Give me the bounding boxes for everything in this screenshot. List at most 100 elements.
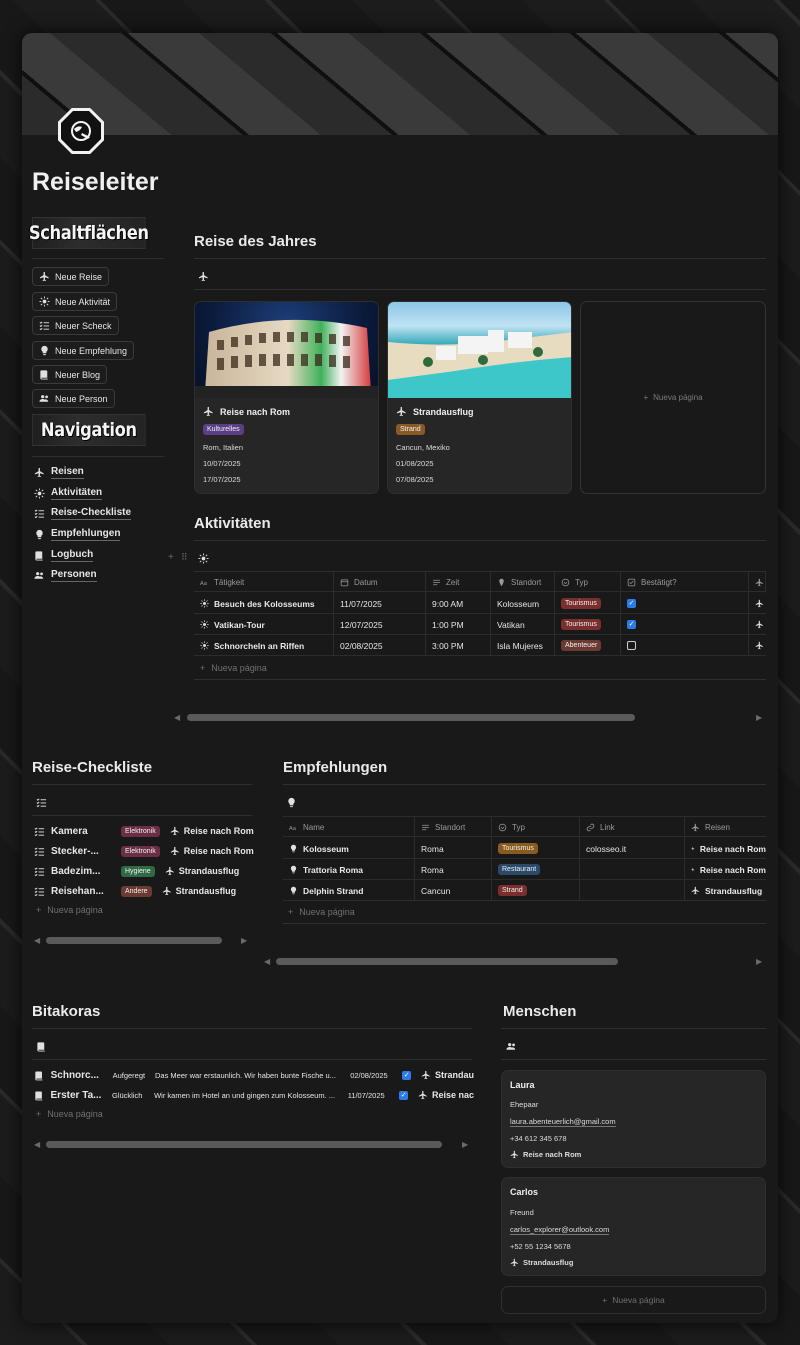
checkbox-checked[interactable]: ✓ (399, 1090, 408, 1100)
nav-item-personen[interactable]: Personen (34, 567, 97, 583)
airplane-icon[interactable] (198, 271, 209, 282)
scroll-left-icon[interactable]: ◀ (34, 1140, 40, 1149)
person-trip[interactable]: Reise nach Rom (510, 1150, 581, 1159)
table-row[interactable]: Schnorcheln an Riffen 02/08/2025 3:00 PM Is… (194, 635, 766, 656)
checklist-item[interactable]: Stecker-... Elektronik Reise nach Rom (34, 841, 254, 861)
person-email[interactable]: carlos_explorer@outlook.com (510, 1225, 610, 1235)
lightbulb-icon[interactable] (286, 797, 297, 808)
people-icon[interactable] (506, 1041, 517, 1052)
page-icon[interactable] (58, 108, 104, 154)
table-row[interactable]: Vatikan-Tour 12/07/2025 1:00 PM Vatikan Tour… (194, 614, 766, 635)
entry-trip[interactable]: Strandau (421, 1070, 474, 1080)
trips-section-title[interactable]: Reise des Jahres (194, 233, 317, 250)
logbook-section-title[interactable]: Bitakoras (32, 1003, 100, 1020)
table-row[interactable]: Delphin Strand Cancun Strand Strandausflug (283, 880, 766, 901)
column-header[interactable]: Standort (415, 817, 492, 838)
person-card[interactable]: Laura Ehepaar laura.abenteuerlich@gmail.… (501, 1070, 766, 1168)
cell-date[interactable]: 12/07/2025 (334, 614, 426, 635)
cell-date[interactable]: 02/08/2025 (334, 635, 426, 656)
trip-title[interactable]: Reise nach Rom (203, 406, 290, 417)
scroll-right-icon[interactable]: ▶ (756, 713, 762, 722)
entry-trip[interactable]: Reise nac (418, 1090, 474, 1100)
cell-link[interactable]: colosseo.it (580, 838, 685, 859)
logbook-scrollbar[interactable] (46, 1141, 442, 1148)
cell-time[interactable]: 9:00 AM (426, 593, 491, 614)
checkbox-checked[interactable]: ✓ (627, 599, 636, 608)
checklist-icon[interactable] (36, 797, 47, 808)
cell-place[interactable]: Vatikan (491, 614, 555, 635)
trip-card[interactable]: Strandausflug Strand Cancun, Mexiko 01/0… (387, 301, 572, 494)
checklist-item-trip[interactable]: Reise nach Rom (170, 826, 254, 836)
activities-new-row[interactable]: + Nueva página (200, 663, 267, 673)
cell-type[interactable]: Restaurant (492, 859, 580, 880)
scroll-right-icon[interactable]: ▶ (462, 1140, 468, 1149)
table-row[interactable]: Trattoria Roma Roma Restaurant Reise nach R… (283, 859, 766, 880)
scroll-right-icon[interactable]: ▶ (241, 936, 247, 945)
checklist-item-trip[interactable]: Strandausflug (165, 866, 239, 876)
checklist-new-row[interactable]: + Nueva página (36, 905, 103, 915)
column-header[interactable]: Typ (492, 817, 580, 838)
column-header[interactable]: Link (580, 817, 685, 838)
trip-title[interactable]: Strandausflug (396, 406, 474, 417)
person-email[interactable]: laura.abenteuerlich@gmail.com (510, 1117, 616, 1127)
cell-activity[interactable]: Schnorcheln an Riffen (194, 635, 334, 656)
scroll-left-icon[interactable]: ◀ (174, 713, 180, 722)
checklist-section-title[interactable]: Reise-Checkliste (32, 759, 152, 776)
checklist-item-trip[interactable]: Reise nach Rom (170, 846, 254, 856)
checklist-item[interactable]: Reisehan... Andere Strandausflug (34, 881, 254, 901)
recommendations-section-title[interactable]: Empfehlungen (283, 759, 387, 776)
activities-scrollbar[interactable] (187, 714, 635, 721)
trip-card[interactable]: Reise nach Rom Kulturelles Rom, Italien … (194, 301, 379, 494)
cell-confirmed[interactable]: ✓ (621, 614, 749, 635)
cell-confirmed[interactable]: ✓ (621, 593, 749, 614)
scroll-right-icon[interactable]: ▶ (756, 957, 762, 966)
cell-trip[interactable]: Reise nach Rom (685, 838, 766, 859)
cell-type[interactable]: Tourismus (555, 614, 621, 635)
recommendations-scrollbar[interactable] (276, 958, 618, 965)
cell-trip[interactable]: Reise nach Rom (685, 859, 766, 880)
button-neue-reise[interactable]: Neue Reise (32, 267, 110, 286)
column-header[interactable]: Zeit (426, 572, 491, 593)
nav-item-aktivitäten[interactable]: Aktivitäten (34, 485, 103, 501)
checkbox-checked[interactable]: ✓ (627, 620, 636, 629)
new-person-card[interactable]: + Nueva página (501, 1286, 766, 1314)
nav-item-reisen[interactable]: Reisen (34, 464, 84, 480)
cell-trip[interactable] (749, 635, 766, 656)
cell-trip[interactable]: Strandausflug (685, 880, 766, 901)
nav-item-empfehlungen[interactable]: Empfehlungen (34, 526, 121, 542)
new-trip-card[interactable]: + Nueva página (580, 301, 766, 494)
cell-place[interactable]: Isla Mujeres (491, 635, 555, 656)
cell-place[interactable]: Roma (415, 838, 492, 859)
cell-activity[interactable]: Besuch des Kolosseums (194, 593, 334, 614)
table-row[interactable]: Besuch des Kolosseums 11/07/2025 9:00 AM Ko… (194, 593, 766, 614)
book-icon[interactable] (36, 1041, 47, 1052)
checklist-item[interactable]: Kamera Elektronik Reise nach Rom (34, 821, 254, 841)
cell-type[interactable]: Strand (492, 880, 580, 901)
cell-date[interactable]: 11/07/2025 (334, 593, 426, 614)
scroll-left-icon[interactable]: ◀ (34, 936, 40, 945)
drag-handle-icon[interactable]: ⠿ (181, 552, 188, 563)
button-neue-person[interactable]: Neue Person (32, 389, 115, 408)
checklist-scrollbar[interactable] (46, 937, 222, 944)
cell-name[interactable]: Kolosseum (283, 838, 415, 859)
cell-name[interactable]: Delphin Strand (283, 880, 415, 901)
checkbox-checked[interactable]: ✓ (402, 1070, 411, 1080)
column-header[interactable]: Standort (491, 572, 555, 593)
logbook-entry[interactable]: Schnorc... Aufgeregt Das Meer war erstaunl… (34, 1065, 474, 1085)
column-header[interactable] (749, 572, 766, 593)
cell-type[interactable]: Tourismus (555, 593, 621, 614)
cell-confirmed[interactable] (621, 635, 749, 656)
sun-icon[interactable] (198, 553, 209, 564)
recommendations-new-row[interactable]: + Nueva página (288, 907, 355, 917)
nav-item-logbuch[interactable]: Logbuch (34, 547, 94, 563)
person-trip[interactable]: Strandausflug (510, 1258, 573, 1267)
column-header[interactable]: Aa Tätigkeit (194, 572, 334, 593)
recommendation-link[interactable]: colosseo.it (586, 844, 626, 854)
cell-link[interactable] (580, 880, 685, 901)
scroll-left-icon[interactable]: ◀ (264, 957, 270, 966)
nav-item-reise-checkliste[interactable]: Reise-Checkliste (34, 505, 132, 521)
cell-time[interactable]: 3:00 PM (426, 635, 491, 656)
activities-section-title[interactable]: Aktivitäten (194, 515, 271, 532)
cell-trip[interactable] (749, 593, 766, 614)
cell-time[interactable]: 1:00 PM (426, 614, 491, 635)
